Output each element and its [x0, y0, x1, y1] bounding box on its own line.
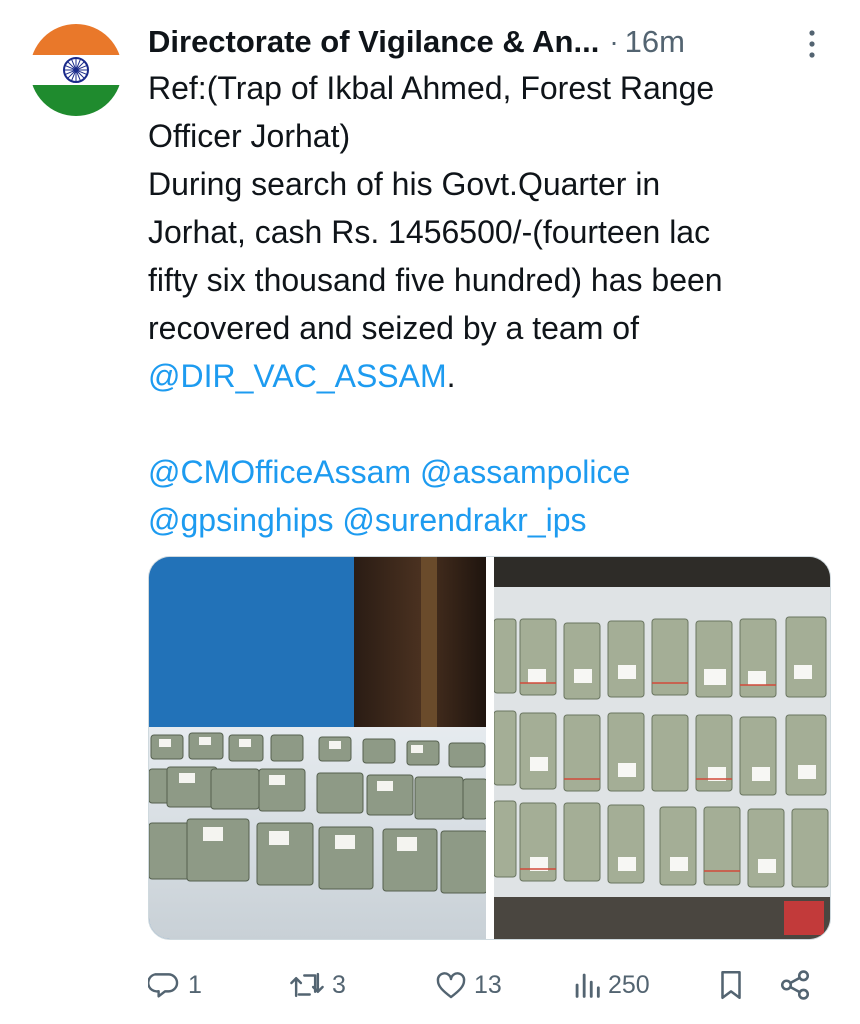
share-button[interactable]: [778, 960, 812, 1010]
tweet-line: fifty six thousand five hundred) has bee…: [148, 262, 723, 298]
mention-line: @gpsinghips @surendrakr_ips: [148, 496, 838, 544]
reply-count: 1: [188, 970, 202, 999]
mention-link-gpsinghips[interactable]: @gpsinghips: [148, 502, 333, 538]
ashoka-chakra-icon: [63, 57, 89, 83]
repost-icon: [290, 972, 324, 998]
mention-suffix: .: [446, 358, 456, 394]
tweet-line: Jorhat, cash Rs. 1456500/-(fourteen lac: [148, 214, 711, 250]
mention-link-cmofficeassam[interactable]: @CMOfficeAssam: [148, 454, 411, 490]
flag-green-band: [30, 85, 122, 116]
heart-icon: [436, 972, 466, 999]
author-avatar[interactable]: [30, 24, 122, 116]
share-icon: [780, 970, 810, 1000]
views-icon: [575, 973, 600, 998]
tweet-text: Ref:(Trap of Ikbal Ahmed, Forest Range O…: [148, 64, 838, 544]
repost-button[interactable]: 3: [288, 960, 346, 1010]
media-gallery: [148, 556, 831, 940]
views-button[interactable]: 250: [572, 960, 650, 1010]
separator-dot: ·: [609, 26, 619, 57]
tweet-line: recovered and seized by a team of: [148, 310, 639, 346]
flag-saffron-band: [30, 24, 122, 55]
author-display-name[interactable]: Directorate of Vigilance & An...: [148, 24, 599, 60]
bookmark-button[interactable]: [716, 960, 746, 1010]
mention-link-dir-vac-assam[interactable]: @DIR_VAC_ASSAM: [148, 358, 447, 394]
tweet-line: During search of his Govt.Quarter in: [148, 166, 661, 202]
mention-line: @CMOfficeAssam @assampolice: [148, 448, 838, 496]
tweet-action-bar: 1 3 13 250: [148, 960, 828, 1010]
mention-link-surendrakr-ips[interactable]: @surendrakr_ips: [342, 502, 586, 538]
media-photo-2[interactable]: [493, 557, 830, 939]
views-count: 250: [608, 970, 650, 999]
tweet-line: Ref:(Trap of Ikbal Ahmed, Forest Range: [148, 70, 715, 106]
tweet-timestamp[interactable]: 16m: [625, 24, 685, 60]
mention-line: @DIR_VAC_ASSAM.: [148, 352, 838, 400]
tweet-line: Officer Jorhat): [148, 118, 351, 154]
like-button[interactable]: 13: [434, 960, 502, 1010]
mention-link-assampolice[interactable]: @assampolice: [420, 454, 630, 490]
more-options-icon[interactable]: [800, 26, 824, 62]
repost-count: 3: [332, 970, 346, 999]
reply-button[interactable]: 1: [148, 960, 202, 1010]
bookmark-icon: [721, 970, 741, 1000]
like-count: 13: [474, 970, 502, 999]
media-photo-1[interactable]: [149, 557, 486, 939]
reply-icon: [148, 973, 179, 998]
tweet-header: Directorate of Vigilance & An... · 16m: [148, 20, 788, 64]
